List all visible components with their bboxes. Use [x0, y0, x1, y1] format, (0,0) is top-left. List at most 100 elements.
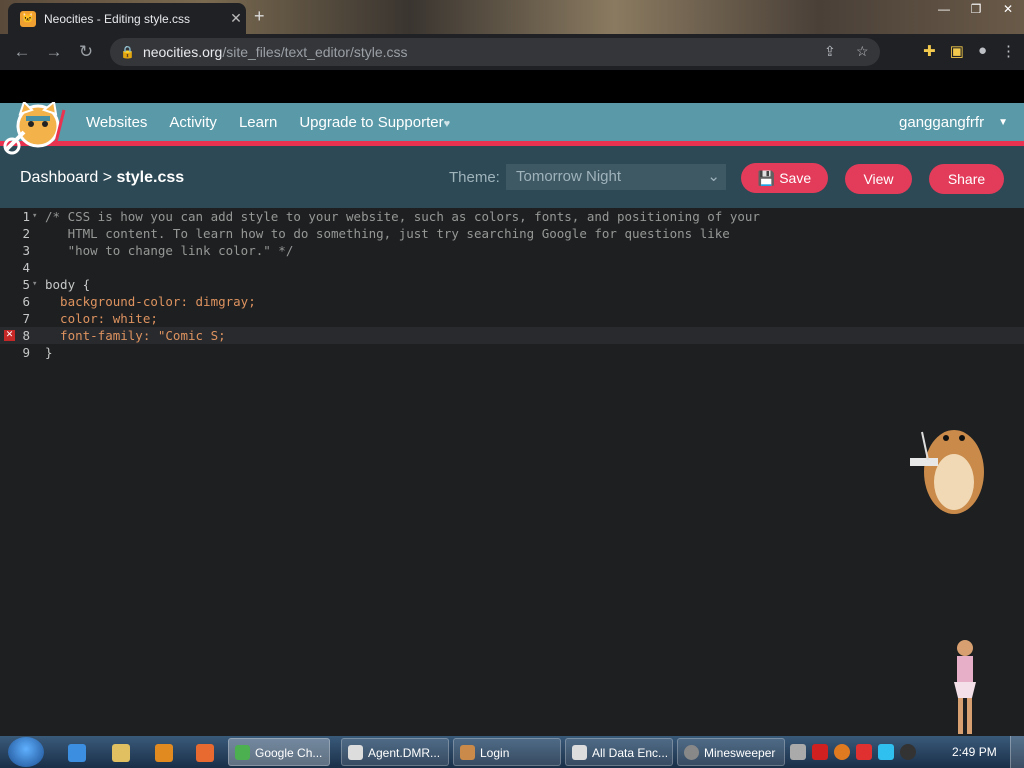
minimize-icon[interactable]: — — [928, 0, 960, 20]
file-explorer-icon[interactable] — [112, 744, 130, 762]
mine-icon — [684, 745, 699, 760]
extensions-icon[interactable]: ✚ — [923, 42, 936, 60]
system-tray — [790, 744, 916, 760]
code-line-active: ✕ 8 font-family: "Comic S; — [0, 327, 1024, 344]
share-button[interactable]: Share — [929, 164, 1004, 194]
start-button[interactable] — [8, 737, 44, 767]
browser-tab[interactable]: 🐱 Neocities - Editing style.css ✕ — [8, 3, 246, 34]
show-desktop-button[interactable] — [1010, 736, 1024, 768]
save-button[interactable]: 💾 Save — [741, 163, 828, 193]
line-number: 7 — [22, 311, 30, 326]
code-line: 6 background-color: dimgray; — [0, 293, 1024, 310]
nav-websites[interactable]: Websites — [86, 114, 147, 131]
code-line: 7 color: white; — [0, 310, 1024, 327]
nav-activity[interactable]: Activity — [169, 114, 217, 131]
neocities-logo-icon[interactable] — [2, 102, 72, 158]
side-panel-icon[interactable]: ▣ — [950, 42, 964, 60]
code-line: 3 "how to change link color." */ — [0, 242, 1024, 259]
nav-upgrade[interactable]: Upgrade to Supporter♥ — [299, 114, 450, 131]
breadcrumb-separator: > — [102, 169, 113, 186]
line-text: background-color: dimgray; — [45, 294, 256, 309]
user-menu[interactable]: ganggangfrfr ▼ — [899, 103, 1008, 141]
hamster-sprite[interactable] — [908, 410, 988, 520]
url-host: neocities.org — [142, 44, 223, 60]
fold-arrow-icon[interactable]: ▾ — [32, 276, 37, 293]
chevron-down-icon: ⌄ — [707, 168, 720, 185]
fold-arrow-icon[interactable]: ▾ — [32, 208, 37, 225]
taskbar-item-label: Minesweeper — [704, 746, 776, 760]
lock-icon[interactable]: 🔒 — [120, 45, 135, 59]
code-line: 2 HTML content. To learn how to do somet… — [0, 225, 1024, 242]
site-nav: Websites Activity Learn Upgrade to Suppo… — [86, 103, 450, 141]
taskbar-item-agent[interactable]: Agent.DMR... — [341, 738, 449, 766]
heart-icon: ♥ — [443, 117, 451, 130]
neocities-favicon-icon: 🐱 — [20, 10, 36, 27]
taskbar-item-alldata[interactable]: All Data Enc... — [565, 738, 673, 766]
line-number: 4 — [22, 260, 30, 275]
view-button[interactable]: View — [845, 164, 912, 194]
nav-learn[interactable]: Learn — [239, 114, 277, 131]
line-number: 8 — [22, 328, 30, 343]
line-number: 1 — [22, 209, 30, 224]
line-text: HTML content. To learn how to do somethi… — [45, 226, 730, 241]
hamster-icon — [460, 745, 475, 760]
line-number: 9 — [22, 345, 30, 360]
back-icon[interactable]: ← — [6, 42, 38, 62]
theme-select[interactable]: Tomorrow Night ⌄ — [506, 164, 726, 190]
profile-avatar-icon[interactable]: ● — [978, 42, 987, 60]
new-tab-icon[interactable]: + — [254, 6, 265, 27]
firefox-icon[interactable] — [196, 744, 214, 762]
taskbar-item-minesweeper[interactable]: Minesweeper — [677, 738, 785, 766]
line-text: /* CSS is how you can add style to your … — [45, 209, 760, 224]
internet-explorer-icon[interactable] — [68, 744, 86, 762]
close-window-icon[interactable]: ✕ — [992, 0, 1024, 20]
line-text: } — [45, 345, 53, 360]
taskbar-item-label: Agent.DMR... — [368, 746, 441, 760]
dancer-sprite[interactable] — [940, 636, 990, 738]
restore-icon[interactable]: ❐ — [960, 0, 992, 20]
tray-display-icon[interactable] — [878, 744, 894, 760]
line-number: 2 — [22, 226, 30, 241]
bookmark-star-icon[interactable]: ☆ — [856, 43, 869, 60]
breadcrumb-dashboard[interactable]: Dashboard — [20, 169, 98, 186]
close-tab-icon[interactable]: ✕ — [226, 10, 246, 27]
line-text: font-family: "Comic S; — [45, 328, 226, 343]
line-text: body { — [45, 277, 91, 292]
save-icon: 💾 — [757, 170, 776, 186]
taskbar-item-label: All Data Enc... — [592, 746, 669, 760]
tray-app-icon[interactable] — [790, 744, 806, 760]
nav-upgrade-label: Upgrade to Supporter — [299, 113, 444, 131]
theme-label: Theme: — [449, 169, 500, 186]
code-line: 4 — [0, 259, 1024, 276]
tray-v-icon[interactable] — [812, 744, 828, 760]
chrome-icon — [235, 745, 250, 760]
line-text: "how to change link color." */ — [45, 243, 294, 258]
save-button-label: Save — [779, 170, 812, 186]
taskbar-item-login[interactable]: Login — [453, 738, 561, 766]
line-text: color: white; — [45, 311, 158, 326]
taskbar-item-label: Login — [480, 746, 510, 760]
window-icon — [572, 745, 587, 760]
tray-search-icon[interactable] — [834, 744, 850, 760]
username: ganggangfrfr — [899, 113, 985, 131]
share-page-icon[interactable]: ⇪ — [824, 43, 836, 60]
breadcrumb-file: style.css — [116, 169, 185, 186]
menu-kebab-icon[interactable]: ⋮ — [1001, 42, 1016, 60]
toolbar-right-icons: ✚ ▣ ● ⋮ — [923, 42, 1016, 60]
breadcrumb: Dashboard > style.css — [20, 169, 184, 187]
address-bar[interactable]: 🔒 neocities.org/site_files/text_editor/s… — [110, 38, 880, 66]
reload-icon[interactable]: ↻ — [70, 42, 102, 62]
forward-icon[interactable]: → — [38, 42, 70, 62]
code-line: 9 } — [0, 344, 1024, 361]
line-number: 3 — [22, 243, 30, 258]
code-line: 5 ▾ body { — [0, 276, 1024, 293]
code-editor[interactable]: 1 ▾ /* CSS is how you can add style to y… — [0, 208, 1024, 736]
line-number: 5 — [22, 277, 30, 292]
tray-flag-icon[interactable] — [856, 744, 872, 760]
taskbar-clock[interactable]: 2:49 PM — [952, 736, 997, 768]
taskbar-item-label: Google Ch... — [255, 746, 323, 760]
theme-select-value: Tomorrow Night — [516, 168, 622, 185]
taskbar-item-chrome[interactable]: Google Ch... — [228, 738, 330, 766]
tray-volume-icon[interactable] — [900, 744, 916, 760]
media-player-icon[interactable] — [155, 744, 173, 762]
